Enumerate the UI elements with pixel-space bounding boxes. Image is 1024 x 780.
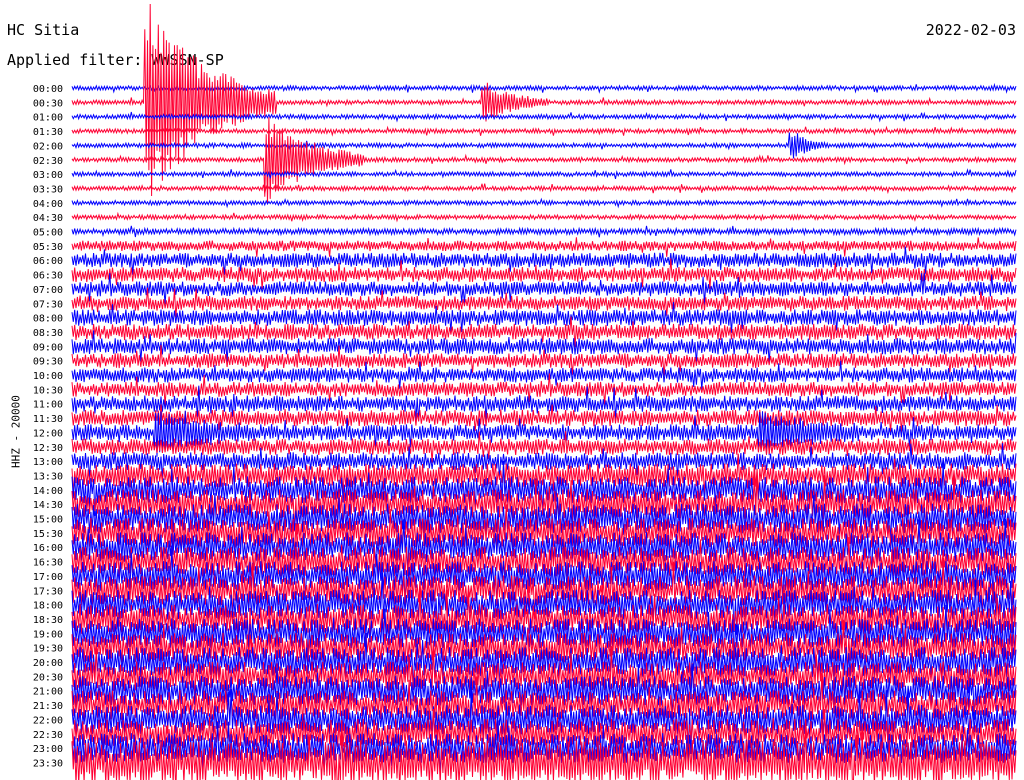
row-label: 12:30 [33,443,63,454]
row-label: 06:30 [33,271,63,282]
row-label: 04:30 [33,213,63,224]
row-label: 04:00 [33,199,63,210]
row-label: 16:30 [33,558,63,569]
trace-row [71,82,1017,94]
trace-row [71,211,1017,223]
row-label: 06:00 [33,256,63,267]
row-label: 19:30 [33,644,63,655]
row-label: 16:00 [33,543,63,554]
row-label: 21:30 [33,701,63,712]
row-label: 09:00 [33,342,63,353]
row-label: 18:30 [33,615,63,626]
trace-row [71,237,1017,257]
row-label: 10:30 [33,385,63,396]
row-label: 11:00 [33,400,63,411]
row-label: 12:00 [33,428,63,439]
row-label: 15:30 [33,529,63,540]
row-label: 20:00 [33,658,63,669]
row-label: 17:30 [33,586,63,597]
row-label: 09:30 [33,357,63,368]
row-label: 01:30 [33,127,63,138]
row-label: 14:30 [33,500,63,511]
trace-row [71,3,1017,197]
row-label: 01:00 [33,113,63,124]
row-label: 21:00 [33,687,63,698]
row-label: 03:00 [33,170,63,181]
row-label: 07:00 [33,285,63,296]
row-label: 00:00 [33,84,63,95]
row-label: 02:30 [33,156,63,167]
row-label: 18:00 [33,601,63,612]
row-label: 05:00 [33,228,63,239]
row-label: 13:30 [33,471,63,482]
row-label: 22:30 [33,730,63,741]
row-label: 23:00 [33,744,63,755]
trace-row [71,132,1017,159]
row-label: 08:00 [33,314,63,325]
trace-row [71,225,1017,238]
row-label: 08:30 [33,328,63,339]
row-label: 17:00 [33,572,63,583]
row-label: 02:00 [33,141,63,152]
row-label: 11:30 [33,414,63,425]
trace-row [71,168,1017,180]
helicorder-plot: 00:00 00:30 01:00 01:30 02:00 02:30 03:00 03:30… [33,3,1017,780]
row-label: 22:00 [33,715,63,726]
row-label: 19:00 [33,629,63,640]
row-label: 15:00 [33,515,63,526]
row-label: 14:00 [33,486,63,497]
row-label: 10:00 [33,371,63,382]
trace-row [71,183,1017,195]
row-label: 07:30 [33,299,63,310]
row-label: 20:30 [33,672,63,683]
trace-row [71,197,1017,209]
row-label: 23:30 [33,758,63,769]
row-label: 03:30 [33,184,63,195]
row-label: 00:30 [33,98,63,109]
row-label: 13:00 [33,457,63,468]
row-label: 05:30 [33,242,63,253]
